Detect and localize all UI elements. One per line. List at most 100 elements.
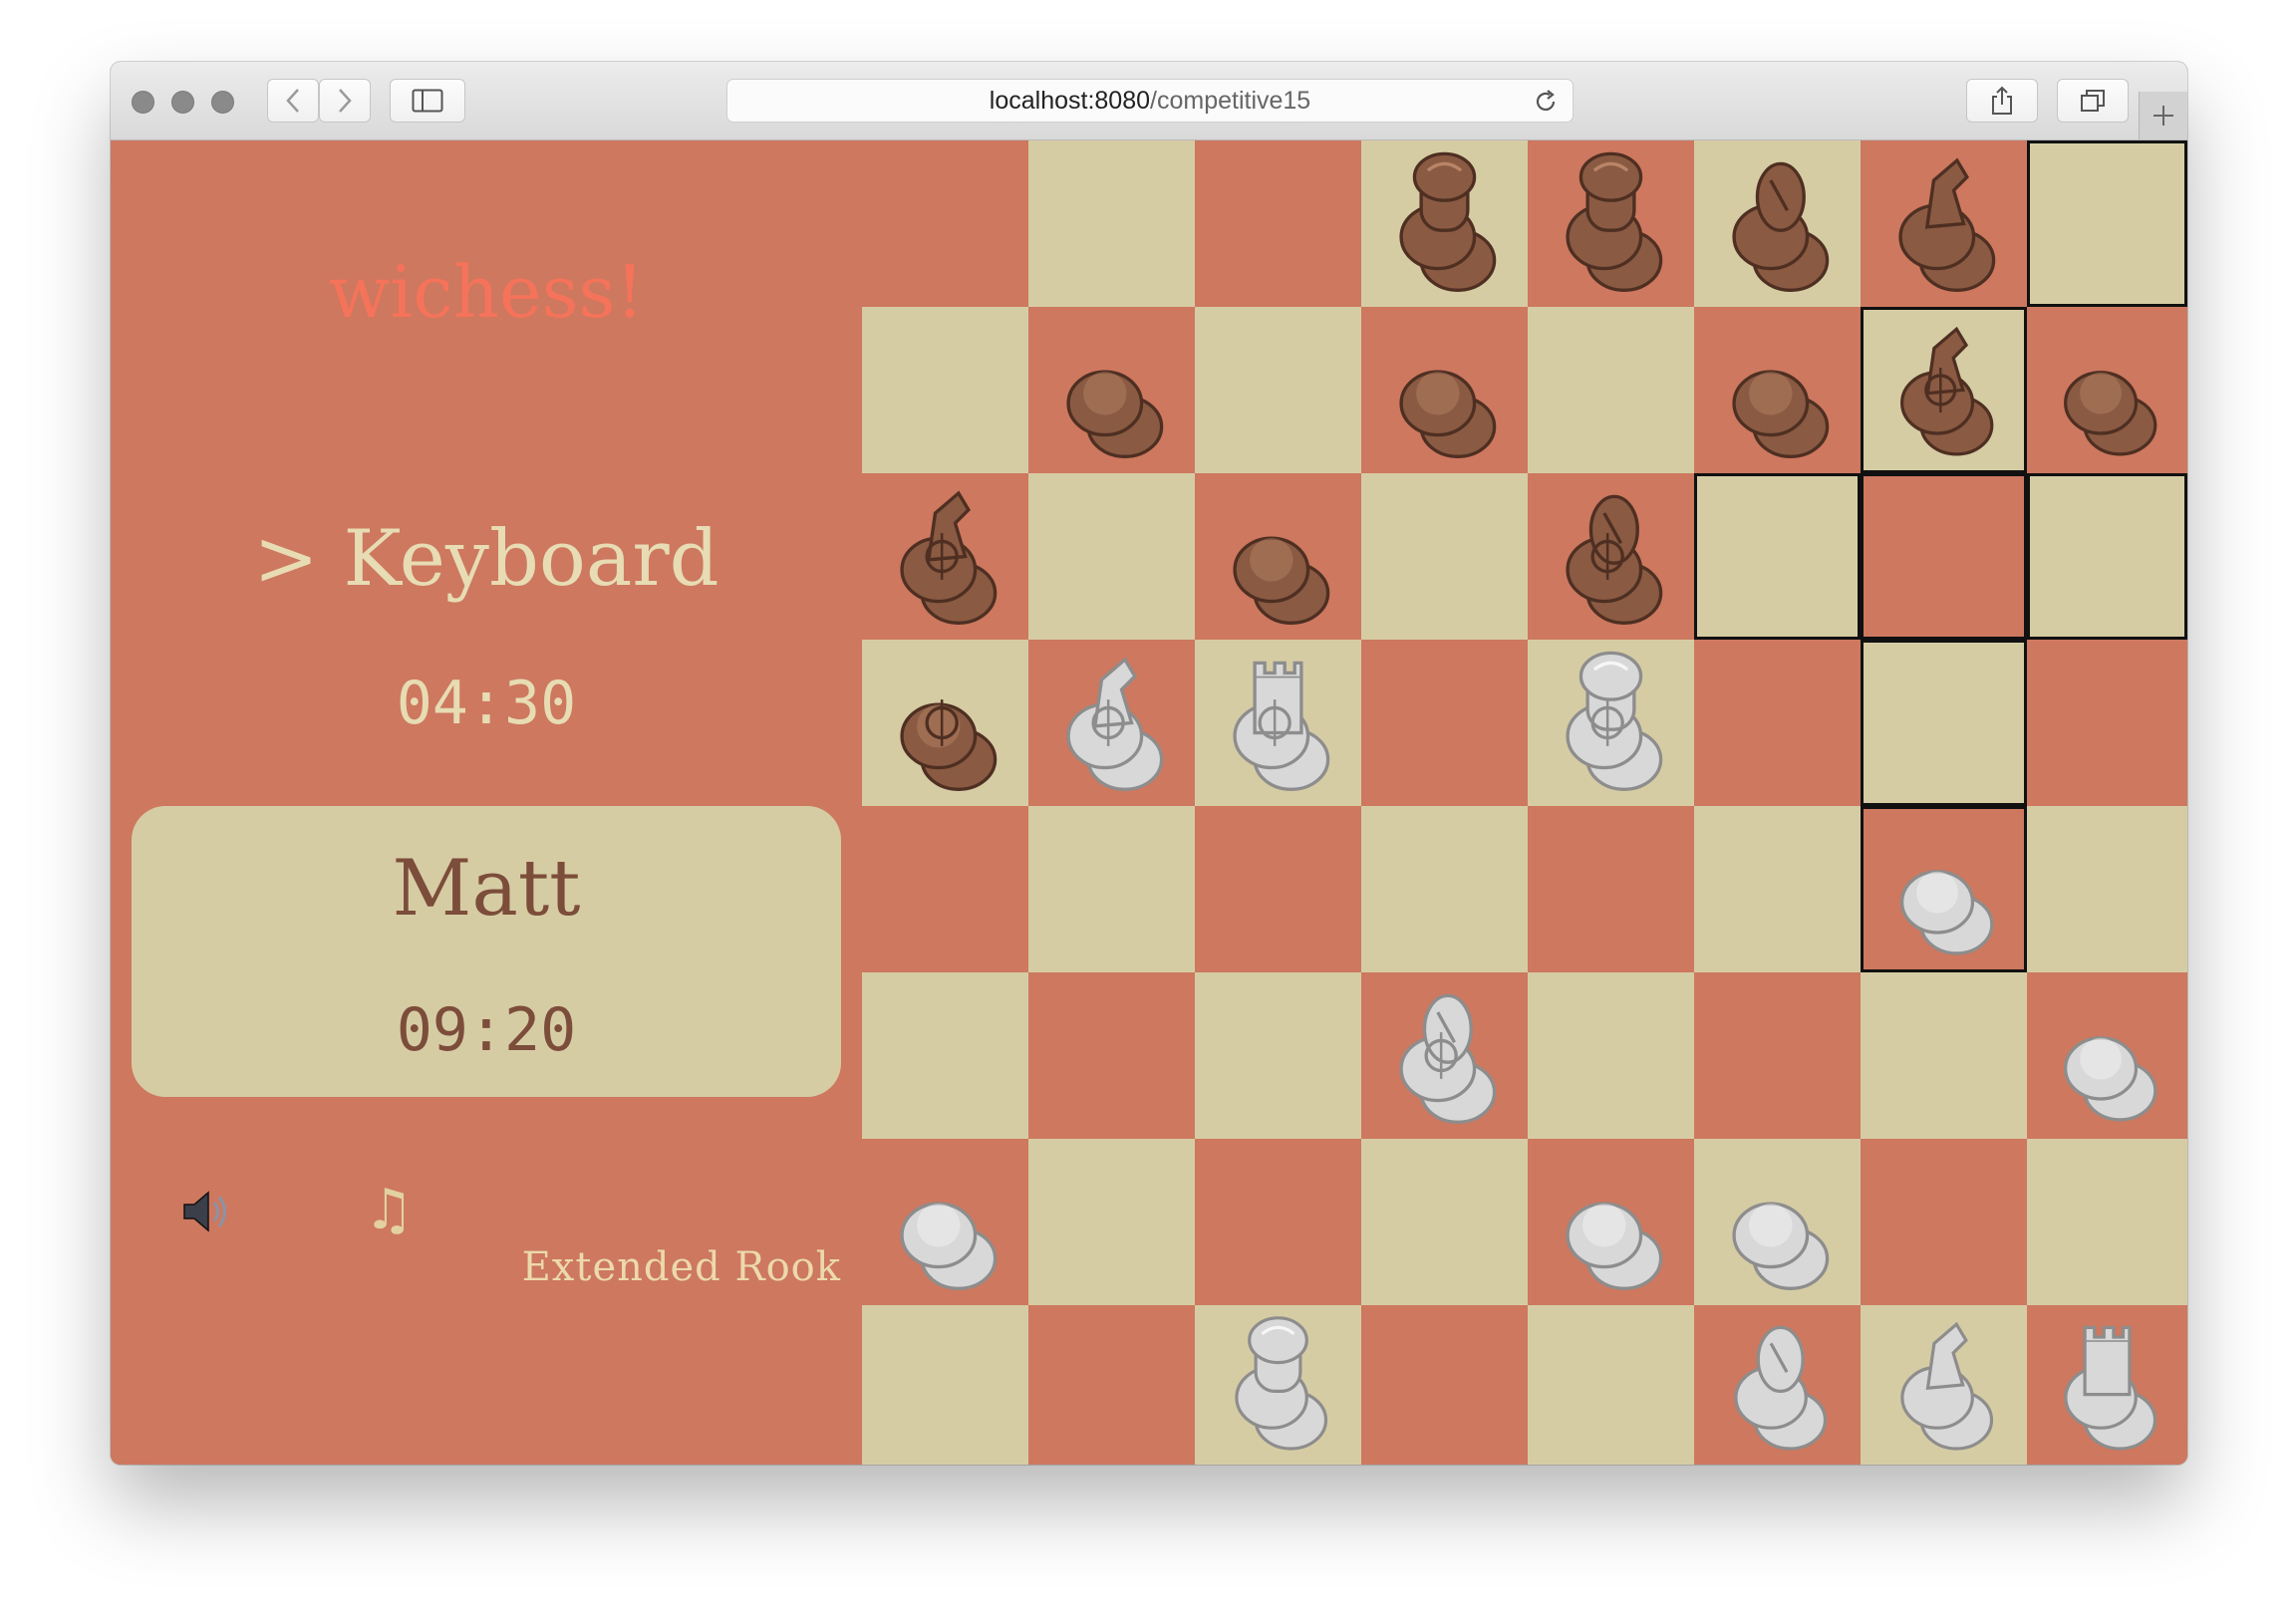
- close-window-button[interactable]: [132, 91, 154, 114]
- board-square-f7[interactable]: [1694, 307, 1861, 473]
- board-square-a5[interactable]: [862, 640, 1028, 806]
- white-rook-piece-icon[interactable]: [2027, 1305, 2187, 1465]
- board-square-a3[interactable]: [862, 972, 1028, 1139]
- board-square-f5[interactable]: [1694, 640, 1861, 806]
- white-queen-piece-icon[interactable]: [1195, 1305, 1361, 1465]
- board-square-f6[interactable]: [1694, 473, 1861, 640]
- black-knight-variant-piece-icon[interactable]: [1864, 310, 2024, 470]
- board-square-h4[interactable]: [2027, 806, 2187, 972]
- black-queen-piece-icon[interactable]: [1361, 140, 1528, 307]
- white-pawn-piece-icon[interactable]: [1528, 1139, 1694, 1305]
- chess-board[interactable]: [862, 140, 2187, 1465]
- sidebar-toggle-button[interactable]: [390, 79, 465, 123]
- board-square-h1[interactable]: [2027, 1305, 2187, 1465]
- board-square-c6[interactable]: [1195, 473, 1361, 640]
- minimize-window-button[interactable]: [171, 91, 194, 114]
- white-pawn-piece-icon[interactable]: [1694, 1139, 1861, 1305]
- board-square-h8[interactable]: [2027, 140, 2187, 307]
- board-square-d5[interactable]: [1361, 640, 1528, 806]
- board-square-h7[interactable]: [2027, 307, 2187, 473]
- board-square-e8[interactable]: [1528, 140, 1694, 307]
- black-bishop-variant-piece-icon[interactable]: [1528, 473, 1694, 640]
- board-square-a8[interactable]: [862, 140, 1028, 307]
- black-king-piece-icon[interactable]: [1528, 140, 1694, 307]
- board-square-d4[interactable]: [1361, 806, 1528, 972]
- board-square-f8[interactable]: [1694, 140, 1861, 307]
- board-square-c2[interactable]: [1195, 1139, 1361, 1305]
- white-pawn-piece-icon[interactable]: [862, 1139, 1028, 1305]
- black-pawn-piece-icon[interactable]: [1028, 307, 1195, 473]
- board-square-d7[interactable]: [1361, 307, 1528, 473]
- board-square-h2[interactable]: [2027, 1139, 2187, 1305]
- speaker-icon[interactable]: [176, 1184, 232, 1239]
- board-square-a4[interactable]: [862, 806, 1028, 972]
- black-pawn-piece-icon[interactable]: [1361, 307, 1528, 473]
- board-square-b8[interactable]: [1028, 140, 1195, 307]
- board-square-e1[interactable]: [1528, 1305, 1694, 1465]
- board-square-f1[interactable]: [1694, 1305, 1861, 1465]
- board-square-f3[interactable]: [1694, 972, 1861, 1139]
- black-pawn-piece-icon[interactable]: [1694, 307, 1861, 473]
- board-square-e7[interactable]: [1528, 307, 1694, 473]
- white-king-variant-piece-icon[interactable]: [1528, 640, 1694, 806]
- back-button[interactable]: [267, 79, 319, 123]
- board-square-b1[interactable]: [1028, 1305, 1195, 1465]
- white-knight-variant-piece-icon[interactable]: [1028, 640, 1195, 806]
- board-square-g1[interactable]: [1861, 1305, 2027, 1465]
- white-bishop-piece-icon[interactable]: [1694, 1305, 1861, 1465]
- board-square-b6[interactable]: [1028, 473, 1195, 640]
- board-square-c7[interactable]: [1195, 307, 1361, 473]
- board-square-d1[interactable]: [1361, 1305, 1528, 1465]
- board-square-e6[interactable]: [1528, 473, 1694, 640]
- board-square-a2[interactable]: [862, 1139, 1028, 1305]
- address-bar[interactable]: localhost:8080/competitive15: [726, 79, 1574, 123]
- board-square-a6[interactable]: [862, 473, 1028, 640]
- board-square-h5[interactable]: [2027, 640, 2187, 806]
- board-square-a7[interactable]: [862, 307, 1028, 473]
- board-square-d3[interactable]: [1361, 972, 1528, 1139]
- board-square-b4[interactable]: [1028, 806, 1195, 972]
- board-square-d8[interactable]: [1361, 140, 1528, 307]
- board-square-c8[interactable]: [1195, 140, 1361, 307]
- board-square-g2[interactable]: [1861, 1139, 2027, 1305]
- white-pawn-piece-icon[interactable]: [1864, 809, 2024, 969]
- board-square-e5[interactable]: [1528, 640, 1694, 806]
- board-square-d2[interactable]: [1361, 1139, 1528, 1305]
- white-knight-piece-icon[interactable]: [1861, 1305, 2027, 1465]
- board-square-e4[interactable]: [1528, 806, 1694, 972]
- music-note-icon[interactable]: ♫: [364, 1178, 414, 1242]
- board-square-g4[interactable]: [1861, 806, 2027, 972]
- board-square-g7[interactable]: [1861, 307, 2027, 473]
- forward-button[interactable]: [319, 79, 371, 123]
- black-pawn-piece-icon[interactable]: [1195, 473, 1361, 640]
- board-square-c4[interactable]: [1195, 806, 1361, 972]
- black-pawn-piece-icon[interactable]: [2027, 307, 2187, 473]
- board-square-f2[interactable]: [1694, 1139, 1861, 1305]
- white-pawn-piece-icon[interactable]: [2027, 972, 2187, 1139]
- black-knight-variant-piece-icon[interactable]: [862, 473, 1028, 640]
- board-square-e2[interactable]: [1528, 1139, 1694, 1305]
- black-bishop-piece-icon[interactable]: [1694, 140, 1861, 307]
- reload-icon[interactable]: [1533, 89, 1559, 115]
- new-tab-button[interactable]: [2139, 92, 2187, 139]
- black-pawn-variant-piece-icon[interactable]: [862, 640, 1028, 806]
- board-square-b2[interactable]: [1028, 1139, 1195, 1305]
- black-knight-piece-icon[interactable]: [1861, 140, 2027, 307]
- board-square-d6[interactable]: [1361, 473, 1528, 640]
- board-square-g5[interactable]: [1861, 640, 2027, 806]
- board-square-h3[interactable]: [2027, 972, 2187, 1139]
- board-square-a1[interactable]: [862, 1305, 1028, 1465]
- board-square-c3[interactable]: [1195, 972, 1361, 1139]
- board-square-c5[interactable]: [1195, 640, 1361, 806]
- board-square-f4[interactable]: [1694, 806, 1861, 972]
- board-square-g3[interactable]: [1861, 972, 2027, 1139]
- board-square-g8[interactable]: [1861, 140, 2027, 307]
- board-square-g6[interactable]: [1861, 473, 2027, 640]
- board-square-e3[interactable]: [1528, 972, 1694, 1139]
- board-square-b5[interactable]: [1028, 640, 1195, 806]
- zoom-window-button[interactable]: [211, 91, 234, 114]
- board-square-b3[interactable]: [1028, 972, 1195, 1139]
- share-button[interactable]: [1966, 79, 2038, 123]
- white-rook-variant-piece-icon[interactable]: [1195, 640, 1361, 806]
- white-bishop-variant-piece-icon[interactable]: [1361, 972, 1528, 1139]
